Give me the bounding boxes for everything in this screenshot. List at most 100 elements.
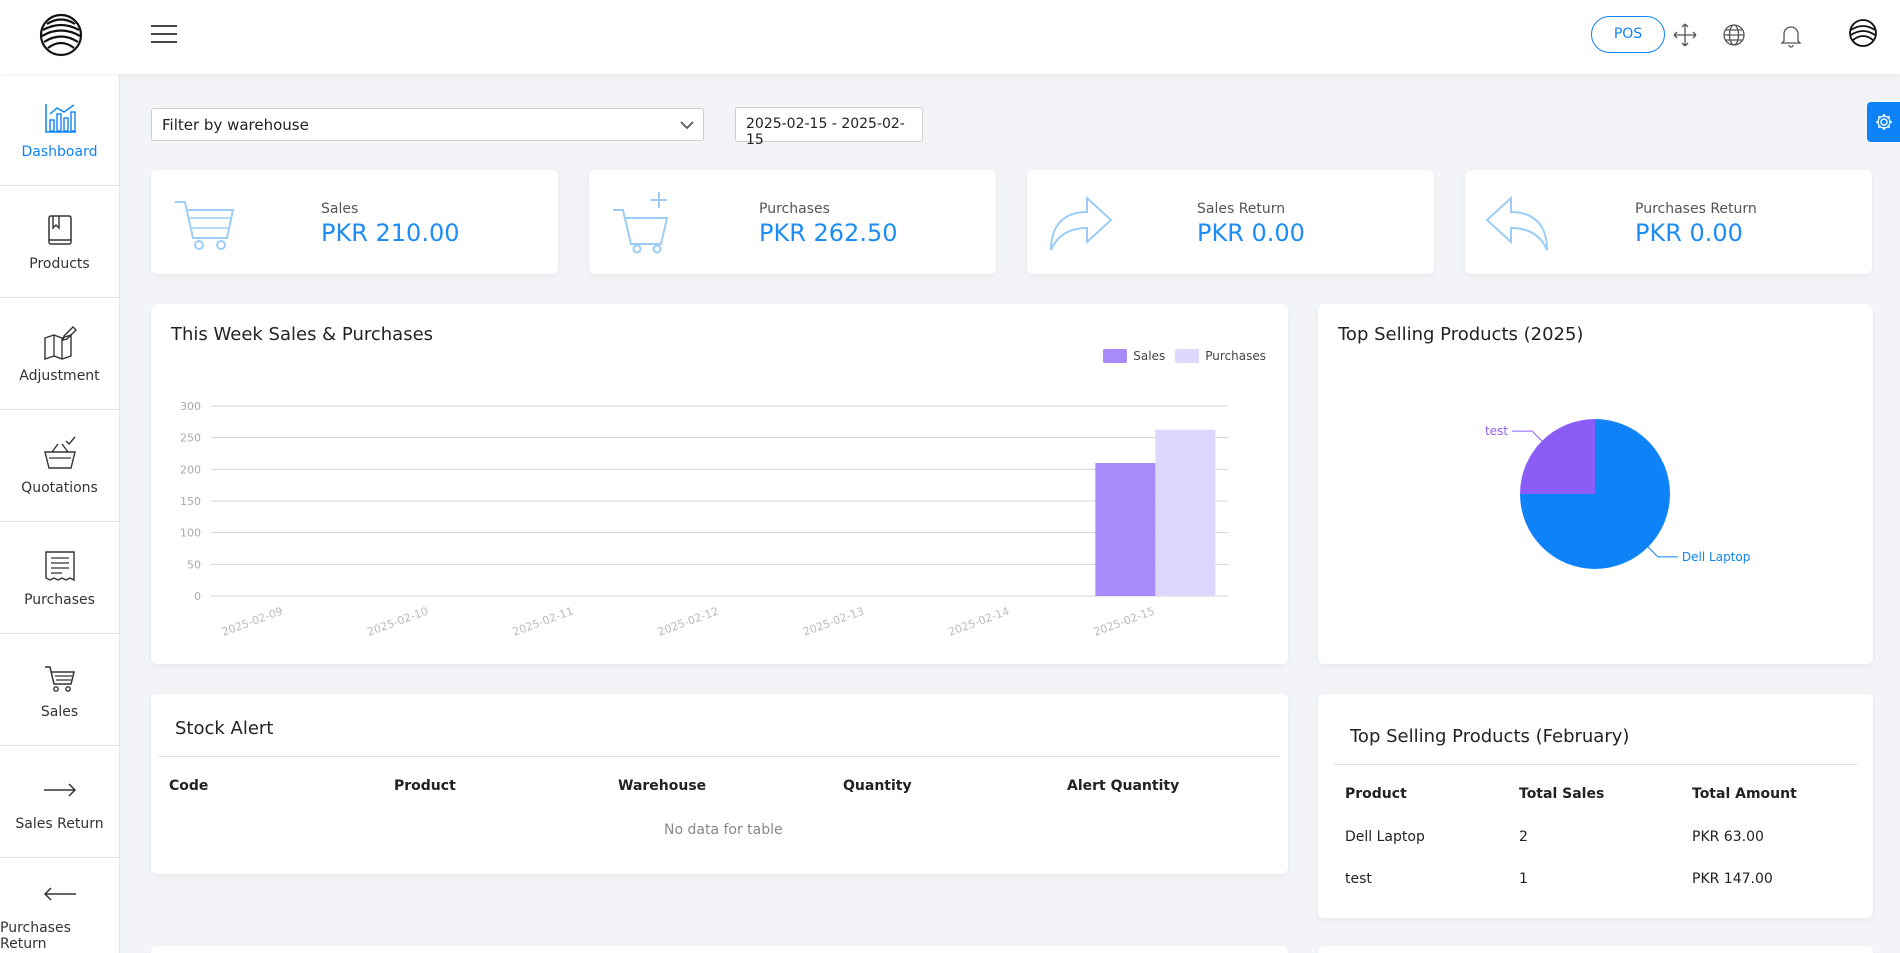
share-arrow-icon [1050,195,1113,251]
sidebar-item-products[interactable]: Products [0,186,119,298]
logo-icon[interactable] [38,12,84,58]
pos-button[interactable]: POS [1591,16,1665,53]
basket-check-icon [43,436,76,469]
globe-icon[interactable] [1721,22,1747,48]
bar-chart: 0 50 100 150 200 250 300 2025-02-09 2025-02-10 20… [180,400,1228,639]
main-content: Filter by warehouse 2025-02-15 - 2025-02… [120,74,1900,953]
stat-label: Sales [321,201,359,217]
stat-card-sales-return[interactable]: Sales Return PKR 0.00 [1027,170,1434,274]
column-header[interactable]: Product [394,778,456,794]
stat-value: PKR 0.00 [1197,219,1305,247]
y-tick-label: 150 [180,495,201,508]
gear-icon [1876,114,1892,130]
sidebar-item-label: Purchases Return [0,920,71,952]
table-cell: PKR 147.00 [1692,871,1773,887]
date-range-picker[interactable]: 2025-02-15 - 2025-02-15 [735,107,923,148]
sidebar-item-quotations[interactable]: Quotations [0,410,119,522]
sidebar-item-label: Products [29,255,90,272]
table-cell: 2 [1519,829,1528,845]
x-tick-label: 2025-02-09 [220,605,285,639]
sidebar-item-sales[interactable]: Sales [0,634,119,746]
table-cell: test [1345,871,1372,887]
reply-arrow-icon [1485,195,1548,251]
table-cell: Dell Laptop [1345,829,1425,845]
stat-card-purchases-return[interactable]: Purchases Return PKR 0.00 [1465,170,1872,274]
table-cell: PKR 63.00 [1692,829,1764,845]
stat-value: PKR 262.50 [759,219,898,247]
book-icon [47,214,72,245]
cart-icon [175,201,235,250]
dashboard-chart-icon [44,103,76,133]
fullscreen-icon[interactable] [1672,22,1698,48]
cart-plus-icon [613,192,669,254]
sidebar-item-adjustment[interactable]: Adjustment [0,298,119,410]
y-tick-label: 250 [180,432,201,445]
x-tick-label: 2025-02-12 [656,605,721,639]
pie-label: Dell Laptop [1682,550,1750,564]
column-header[interactable]: Quantity [843,778,912,794]
receipt-icon [44,550,75,581]
pie-label-line [1512,430,1543,442]
sidebar-item-purchases-return[interactable]: Purchases Return [0,858,119,953]
y-tick-label: 300 [180,400,201,413]
pie-label: test [1485,424,1508,438]
adjustment-icon [43,325,77,360]
sidebar-item-label: Adjustment [19,367,100,384]
bottom-card [151,946,1288,953]
top-selling-month-title: Top Selling Products (February) [1350,726,1630,747]
bell-icon[interactable] [1778,22,1804,48]
chevron-down-icon [680,121,694,130]
stat-label: Sales Return [1197,201,1286,217]
settings-tab[interactable] [1867,102,1900,142]
arrow-left-icon [43,887,76,901]
stat-card-sales[interactable]: Sales PKR 210.00 [151,170,558,274]
stat-label: Purchases [759,201,830,217]
stat-value: PKR 0.00 [1635,219,1743,247]
top-selling-month-card: Top Selling Products (February) Product … [1318,694,1873,918]
y-tick-label: 0 [194,590,201,603]
top-selling-year-card: Top Selling Products (2025) Dell Laptop t… [1318,304,1873,664]
table-cell: 1 [1519,871,1528,887]
sidebar-item-dashboard[interactable]: Dashboard [0,74,119,186]
divider [159,756,1280,757]
column-header[interactable]: Product [1345,786,1407,802]
bar-purchases[interactable] [1155,429,1216,596]
sidebar-item-purchases[interactable]: Purchases [0,522,119,634]
column-header[interactable]: Total Sales [1519,786,1604,802]
top-bar: POS [0,0,1900,74]
column-header[interactable]: Warehouse [618,778,706,794]
x-tick-label: 2025-02-10 [365,605,430,639]
pie-chart: Dell Laptop test [1485,419,1750,569]
divider [1334,764,1857,765]
pie-slice[interactable] [1520,419,1595,494]
stock-alert-card: Stock Alert Code Product Warehouse Quant… [151,694,1288,874]
weekly-chart-card: This Week Sales & Purchases Sales Purcha… [151,304,1288,664]
pie-label-line [1647,546,1678,558]
x-tick-label: 2025-02-15 [1092,605,1157,639]
sidebar-item-label: Dashboard [21,143,98,160]
bar-sales[interactable] [1095,463,1156,596]
column-header[interactable]: Total Amount [1692,786,1797,802]
sidebar: Dashboard Products Adjustment Quotations [0,74,120,953]
warehouse-filter-placeholder: Filter by warehouse [162,116,309,134]
avatar-icon[interactable] [1848,18,1878,48]
bottom-card [1318,946,1873,953]
sidebar-item-label: Sales Return [15,815,104,832]
sidebar-item-sales-return[interactable]: Sales Return [0,746,119,858]
arrow-right-icon [43,782,76,797]
empty-table-message: No data for table [664,822,783,838]
sidebar-item-label: Purchases [24,591,95,608]
sidebar-item-label: Sales [40,703,79,720]
sidebar-item-label: Quotations [21,479,98,496]
cart-icon [44,665,75,692]
warehouse-filter-select[interactable]: Filter by warehouse [151,108,704,141]
column-header[interactable]: Code [169,778,208,794]
hamburger-icon[interactable] [151,25,177,47]
stat-label: Purchases Return [1635,201,1757,217]
stat-card-purchases[interactable]: Purchases PKR 262.50 [589,170,996,274]
y-tick-label: 100 [180,527,201,540]
stock-alert-title: Stock Alert [175,718,274,739]
column-header[interactable]: Alert Quantity [1067,778,1179,794]
y-tick-label: 50 [187,558,201,571]
x-tick-label: 2025-02-13 [801,605,866,639]
